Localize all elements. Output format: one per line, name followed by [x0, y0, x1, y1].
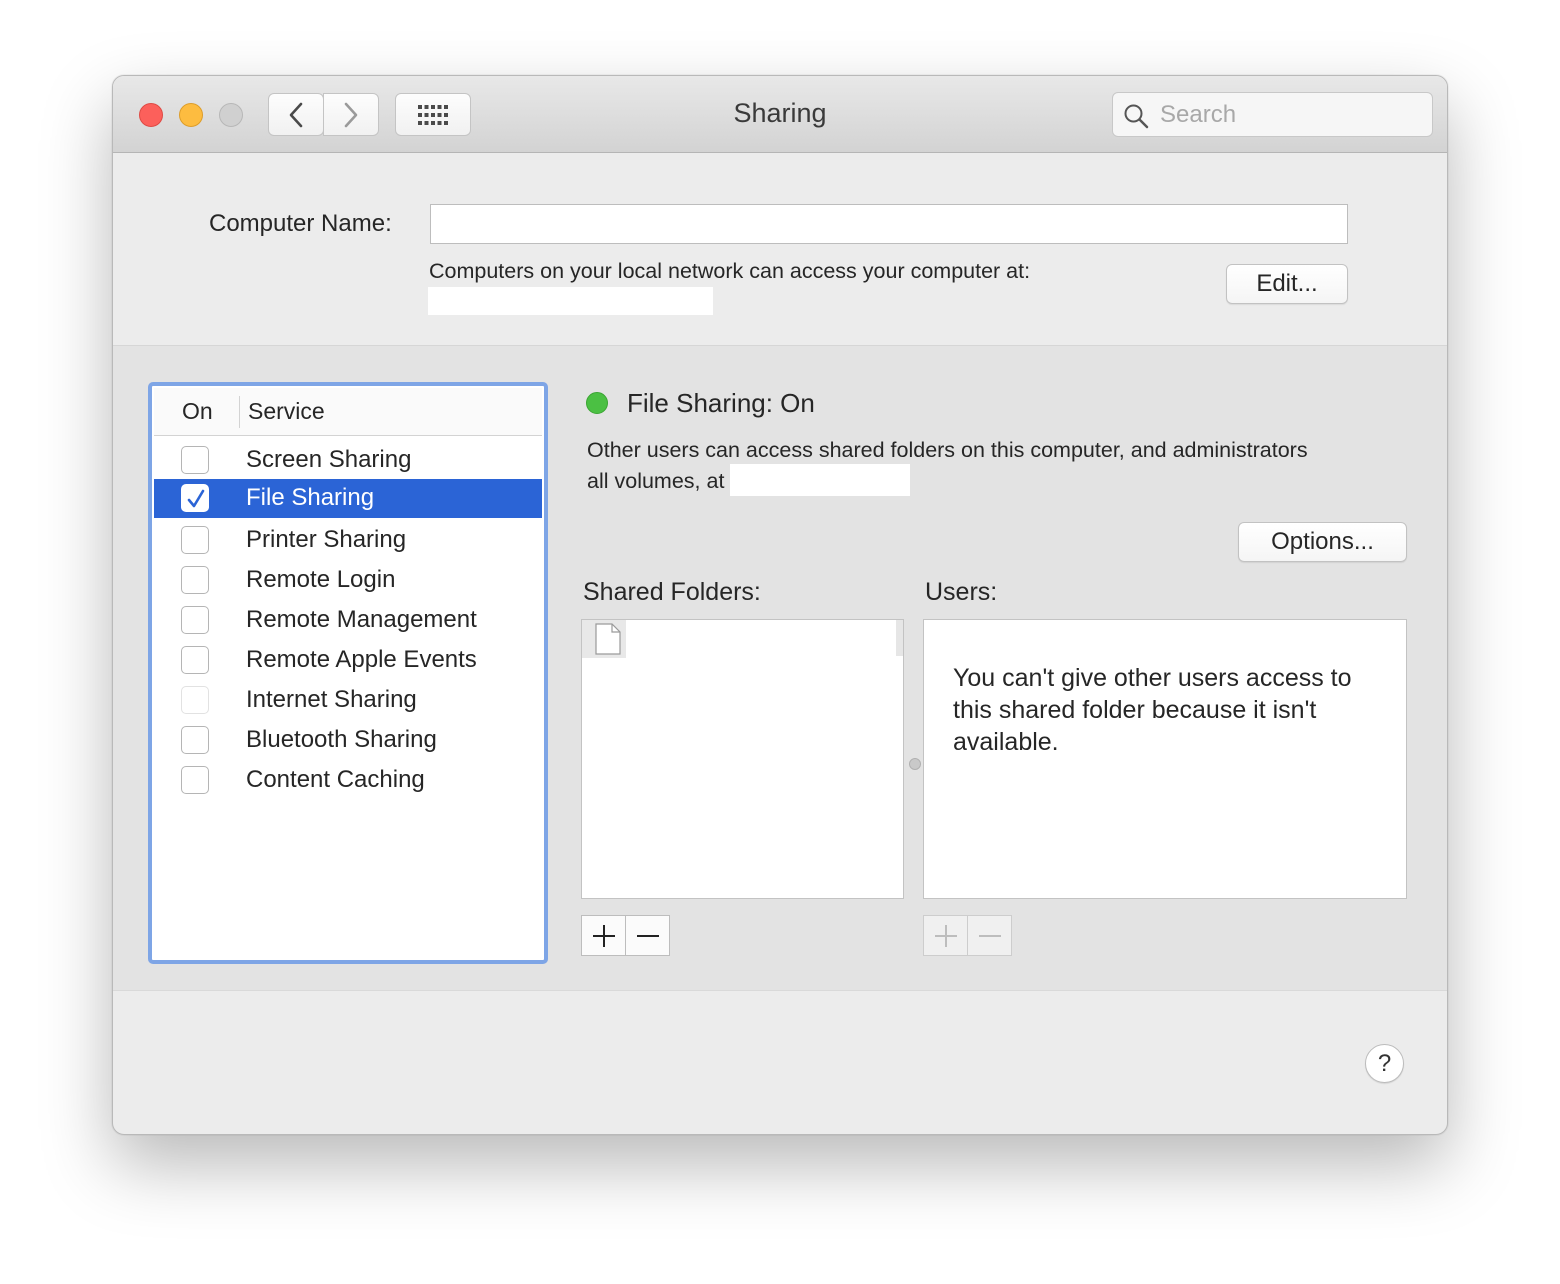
- users-unavailable-message: You can't give other users access to thi…: [953, 664, 1352, 756]
- service-label: Remote Login: [246, 566, 396, 593]
- service-label: Screen Sharing: [246, 446, 412, 473]
- service-row-bluetooth-sharing[interactable]: Bluetooth Sharing: [154, 721, 542, 760]
- column-header-service[interactable]: Service: [248, 398, 325, 425]
- shared-folders-list[interactable]: [581, 619, 904, 899]
- remote-apple-events-checkbox[interactable]: [181, 646, 209, 674]
- remove-user-button: [967, 915, 1012, 956]
- network-address-redacted: [428, 287, 713, 315]
- status-description: Other users can access shared folders on…: [587, 436, 1387, 496]
- service-row-screen-sharing[interactable]: Screen Sharing: [154, 441, 542, 480]
- plus-icon: [934, 924, 957, 947]
- network-access-note: Computers on your local network can acce…: [429, 259, 1031, 283]
- service-row-remote-login[interactable]: Remote Login: [154, 561, 542, 600]
- edit-button[interactable]: Edit...: [1226, 264, 1348, 304]
- plus-icon: [592, 924, 615, 947]
- split-handle[interactable]: [909, 758, 921, 770]
- screen-sharing-checkbox[interactable]: [181, 446, 209, 474]
- checkmark-icon: [187, 489, 205, 508]
- service-row-remote-apple-events[interactable]: Remote Apple Events: [154, 641, 542, 680]
- service-label: Bluetooth Sharing: [246, 726, 437, 753]
- service-label: File Sharing: [246, 484, 375, 511]
- status-indicator: [586, 392, 608, 414]
- service-list[interactable]: On Service Screen Sharing File Sharing P…: [148, 382, 548, 964]
- users-list[interactable]: You can't give other users access to thi…: [923, 619, 1407, 899]
- add-user-button: [923, 915, 968, 956]
- users-label: Users:: [925, 578, 998, 606]
- file-sharing-checkbox[interactable]: [181, 484, 209, 512]
- content-caching-checkbox[interactable]: [181, 766, 209, 794]
- remote-management-checkbox[interactable]: [181, 606, 209, 634]
- options-button[interactable]: Options...: [1238, 522, 1407, 562]
- status-text: File Sharing: On: [627, 388, 815, 418]
- service-label: Remote Management: [246, 606, 477, 633]
- description-line-1: Other users can access shared folders on…: [587, 438, 1308, 462]
- search-input[interactable]: [1158, 99, 1418, 131]
- service-row-printer-sharing[interactable]: Printer Sharing: [154, 521, 542, 560]
- sharing-window: Sharing Computer Name: Computers on your…: [112, 75, 1448, 1135]
- service-label: Content Caching: [246, 766, 425, 793]
- search-icon: [1124, 104, 1149, 129]
- service-row-remote-management[interactable]: Remote Management: [154, 601, 542, 640]
- header-divider: [239, 396, 240, 428]
- help-button[interactable]: ?: [1365, 1044, 1404, 1083]
- scrollbar[interactable]: [896, 620, 903, 656]
- internet-sharing-checkbox: [181, 686, 209, 714]
- computer-name-field[interactable]: [430, 204, 1348, 244]
- service-row-internet-sharing[interactable]: Internet Sharing: [154, 681, 542, 720]
- titlebar: Sharing: [113, 76, 1447, 153]
- printer-sharing-checkbox[interactable]: [181, 526, 209, 554]
- document-icon: [595, 623, 621, 655]
- service-label: Internet Sharing: [246, 686, 417, 713]
- minus-icon: [636, 934, 659, 937]
- service-label: Printer Sharing: [246, 526, 407, 553]
- shared-folders-label: Shared Folders:: [583, 578, 761, 606]
- search-field[interactable]: [1112, 92, 1433, 137]
- service-label: Remote Apple Events: [246, 646, 477, 673]
- shared-folder-item[interactable]: [582, 620, 626, 658]
- service-row-file-sharing[interactable]: File Sharing: [154, 479, 542, 518]
- minus-icon: [978, 934, 1001, 937]
- add-folder-button[interactable]: [581, 915, 626, 956]
- address-redacted: [730, 464, 911, 496]
- service-row-content-caching[interactable]: Content Caching: [154, 761, 542, 800]
- remote-login-checkbox[interactable]: [181, 566, 209, 594]
- column-header-on[interactable]: On: [182, 398, 213, 425]
- bluetooth-sharing-checkbox[interactable]: [181, 726, 209, 754]
- description-line-2: all volumes, at: [587, 469, 725, 493]
- computer-name-label: Computer Name:: [209, 210, 392, 237]
- remove-folder-button[interactable]: [625, 915, 670, 956]
- service-list-header: On Service: [154, 388, 542, 436]
